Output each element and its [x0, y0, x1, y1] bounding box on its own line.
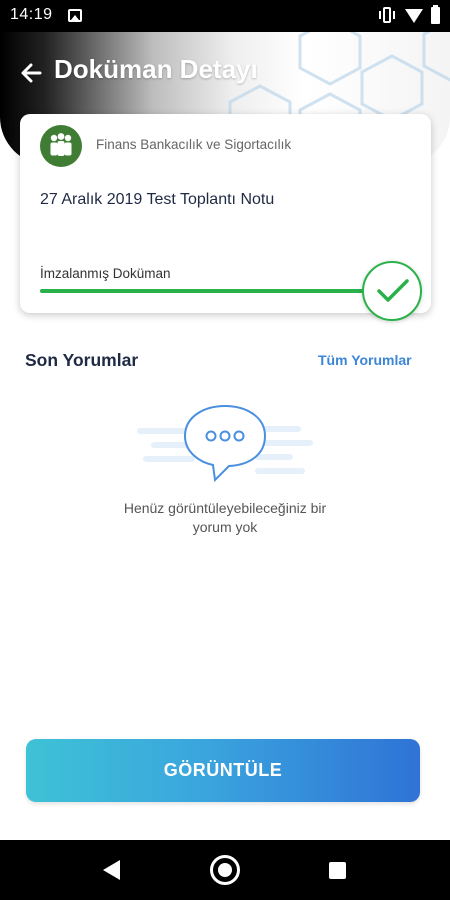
navigation-bar [0, 840, 450, 900]
nav-back-icon[interactable] [103, 860, 120, 880]
arrow-left-icon [21, 63, 42, 83]
view-document-button[interactable]: GÖRÜNTÜLE [26, 739, 420, 802]
wifi-icon [405, 9, 423, 23]
signature-progress-fill [40, 289, 370, 293]
chat-bubble-icon [137, 404, 313, 483]
empty-message-line-2: yorum yok [192, 519, 258, 535]
back-button[interactable] [18, 59, 46, 87]
vibrate-icon [378, 7, 396, 23]
gallery-icon [68, 9, 82, 22]
organization-name: Finans Bankacılık ve Sigortacılık [96, 137, 292, 152]
status-time: 14:19 [10, 6, 53, 23]
document-card[interactable]: Finans Bankacılık ve Sigortacılık 27 Ara… [20, 114, 431, 321]
empty-message-line-1: Henüz görüntüleyebileceğiniz bir [123, 500, 327, 516]
people-group-icon [50, 133, 72, 156]
organization-avatar [40, 125, 82, 167]
comments-heading: Son Yorumlar [25, 350, 139, 370]
checkmark-icon [377, 279, 409, 302]
empty-comments-message: Henüz görüntüleyebileceğiniz bir yorum y… [90, 499, 360, 537]
page-title: Doküman Detayı [54, 54, 258, 84]
signed-check-badge [362, 261, 422, 321]
signature-status: İmzalanmış Doküman [40, 266, 171, 281]
nav-recents-icon[interactable] [329, 862, 346, 879]
nav-home-icon[interactable] [210, 855, 240, 885]
status-bar: 14:19 [0, 0, 450, 32]
signature-progress-bar [40, 289, 370, 293]
battery-icon [431, 5, 440, 24]
document-title: 27 Aralık 2019 Test Toplantı Notu [40, 191, 275, 208]
all-comments-link[interactable]: Tüm Yorumlar [318, 352, 412, 368]
